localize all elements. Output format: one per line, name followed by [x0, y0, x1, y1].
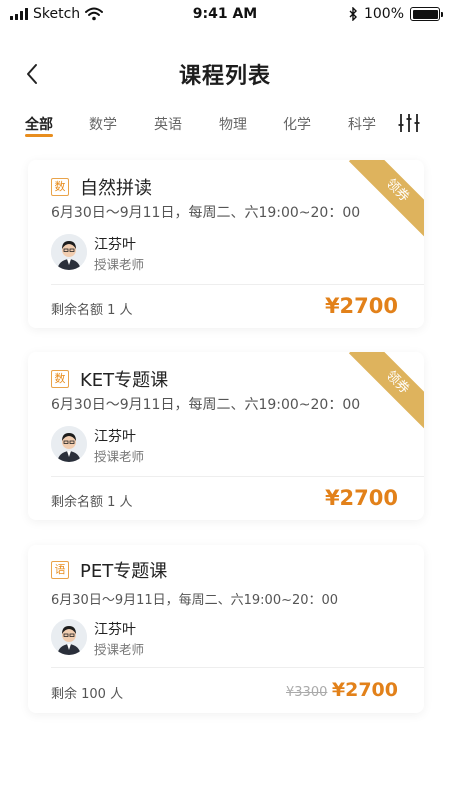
- teacher-name: 江芬叶: [94, 622, 136, 638]
- page-title: 课程列表: [178, 64, 271, 89]
- coupon-ribbon[interactable]: 领券: [348, 160, 424, 240]
- battery-icon: [410, 7, 443, 21]
- tab-science[interactable]: 科学: [348, 114, 376, 134]
- teacher-avatar: [51, 619, 87, 655]
- course-schedule: 6月30日～9月11日，每周二、六19:00~20：00: [51, 593, 339, 608]
- course-price: ¥2700: [324, 294, 398, 318]
- tab-math[interactable]: 数学: [89, 114, 117, 134]
- subject-badge: 数: [51, 178, 69, 196]
- course-price: ¥2700: [331, 679, 398, 701]
- tab-all[interactable]: 全部: [25, 114, 53, 134]
- tab-active-indicator: [25, 134, 53, 137]
- teacher-role: 授课老师: [94, 642, 145, 657]
- course-card[interactable]: 领券 数 自然拼读 6月30日～9月11日，每周二、六19:00~20：00 江…: [28, 160, 424, 328]
- remaining-seats: 剩余名额 1 人: [51, 495, 133, 510]
- course-title: KET专题课: [80, 370, 169, 391]
- card-divider: [51, 476, 424, 477]
- status-bar: Sketch 9:41 AM 100%: [0, 0, 450, 28]
- signal-icon: [10, 8, 28, 20]
- wifi-icon: [85, 7, 104, 21]
- filter-button[interactable]: [398, 112, 420, 134]
- sliders-icon: [398, 114, 420, 132]
- card-divider: [51, 667, 424, 668]
- remaining-seats: 剩余名额 1 人: [51, 303, 133, 318]
- tab-chemistry[interactable]: 化学: [283, 114, 311, 134]
- nav-header: 课程列表: [0, 50, 450, 98]
- teacher-avatar: [51, 426, 87, 462]
- subject-tabs: 全部 数学 英语 物理 化学 科学: [0, 110, 450, 150]
- bluetooth-icon: [349, 7, 357, 21]
- remaining-seats: 剩余 100 人: [51, 687, 124, 702]
- course-title: 自然拼读: [80, 178, 152, 199]
- status-right: 100%: [349, 6, 443, 22]
- subject-badge: 数: [51, 370, 69, 388]
- teacher-name: 江芬叶: [94, 429, 136, 445]
- battery-percent: 100%: [363, 6, 404, 22]
- subject-badge: 语: [51, 561, 69, 579]
- status-left: Sketch: [10, 6, 349, 22]
- course-card[interactable]: 语 PET专题课 6月30日～9月11日，每周二、六19:00~20：00 江芬…: [28, 545, 424, 713]
- teacher-role: 授课老师: [94, 257, 145, 272]
- tab-english[interactable]: 英语: [154, 114, 182, 134]
- course-price: ¥2700: [324, 486, 398, 510]
- teacher-avatar: [51, 234, 87, 270]
- tab-physics[interactable]: 物理: [219, 114, 247, 134]
- card-divider: [51, 284, 424, 285]
- course-title: PET专题课: [80, 561, 168, 582]
- teacher-name: 江芬叶: [94, 237, 136, 253]
- course-schedule: 6月30日～9月11日，每周二、六19:00~20：00: [51, 205, 361, 221]
- battery-fill: [412, 9, 438, 19]
- carrier-label: Sketch: [33, 6, 81, 22]
- teacher-role: 授课老师: [94, 449, 145, 464]
- original-price: ¥3300: [286, 685, 328, 700]
- coupon-ribbon[interactable]: 领券: [348, 352, 424, 432]
- course-schedule: 6月30日～9月11日，每周二、六19:00~20：00: [51, 397, 361, 413]
- course-card[interactable]: 领券 数 KET专题课 6月30日～9月11日，每周二、六19:00~20：00…: [28, 352, 424, 520]
